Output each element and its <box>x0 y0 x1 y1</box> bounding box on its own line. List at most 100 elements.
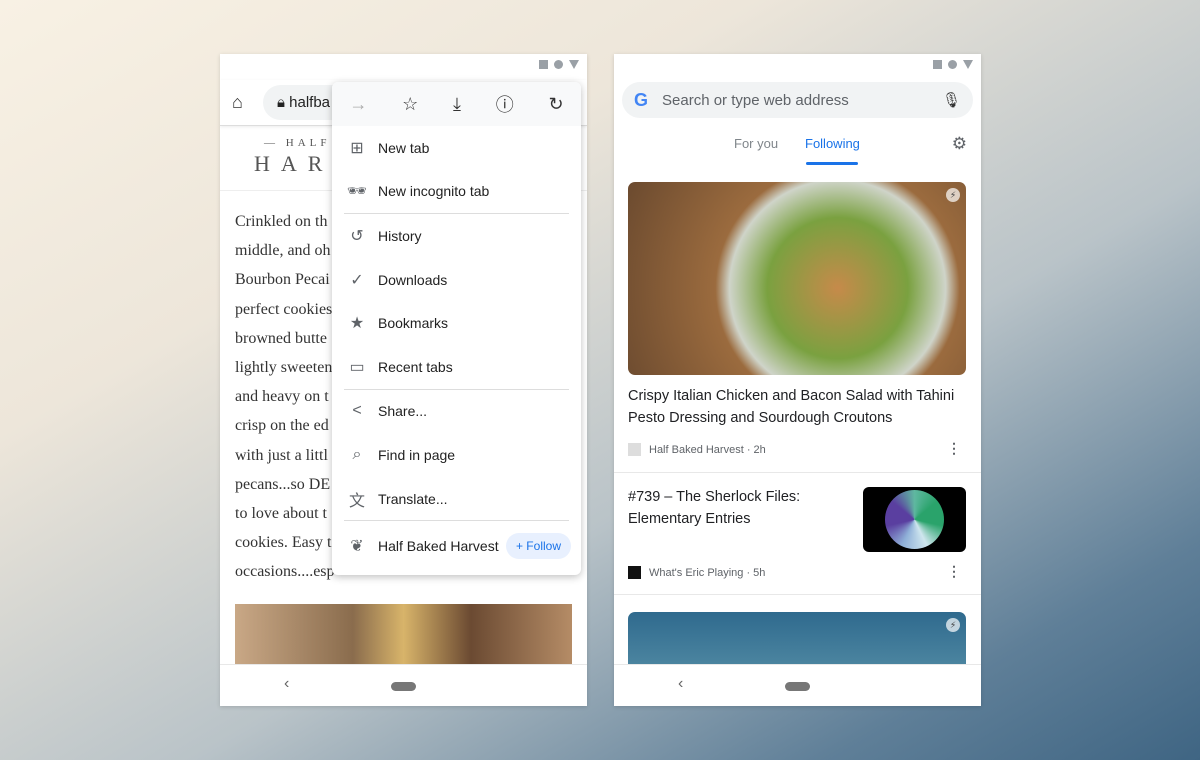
share-icon: < <box>352 402 362 420</box>
article-line: occasions....esp <box>235 563 335 581</box>
divider <box>614 472 981 473</box>
overflow-menu: → ☆ ⤓ ⓘ ↻ ⊞ New tab 🕶︎ New incognito tab ↺… <box>332 82 581 575</box>
card-source: What's Eric Playing · 5h <box>649 566 766 579</box>
article-line: Bourbon Pecai <box>235 271 330 289</box>
url-text: halfba <box>289 94 331 111</box>
tab-for-you[interactable]: For you <box>734 136 778 151</box>
card-meta: Half Baked Harvest · 2h <box>628 443 766 456</box>
menu-action-row: → ☆ ⤓ ⓘ ↻ <box>332 82 581 126</box>
article-line: browned butte <box>235 329 327 347</box>
status-bar <box>539 60 579 69</box>
incognito-icon: 🕶︎ <box>346 183 368 201</box>
source-favicon-icon <box>628 443 641 456</box>
tab-following[interactable]: Following <box>805 136 860 151</box>
home-button[interactable] <box>391 682 416 691</box>
bookmarks-icon: ★ <box>349 315 365 333</box>
logo-big: HAR <box>254 151 334 176</box>
system-nav-bar: ‹ <box>614 664 981 706</box>
menu-label: Downloads <box>378 271 448 288</box>
status-bar <box>933 60 973 69</box>
system-nav-bar: ‹ <box>220 664 587 706</box>
back-icon[interactable]: ‹ <box>284 675 289 693</box>
menu-label: New tab <box>378 139 430 156</box>
left-phone: ⌂ 🔒︎ halfba — HALF HAR Crinkled on th midd… <box>220 54 587 706</box>
star-icon[interactable]: ☆ <box>402 94 418 115</box>
status-square-icon <box>933 60 942 69</box>
status-circle-icon <box>948 60 957 69</box>
menu-item-translate[interactable]: 文 Translate... <box>332 477 581 521</box>
card-meta: What's Eric Playing · 5h <box>628 566 765 579</box>
more-options-icon[interactable]: ⋮ <box>947 563 961 580</box>
source-favicon-icon <box>628 566 641 579</box>
menu-item-new-incognito-tab[interactable]: 🕶︎ New incognito tab <box>332 170 581 214</box>
status-circle-icon <box>554 60 563 69</box>
card-title[interactable]: #739 – The Sherlock Files: Elementary En… <box>628 486 848 530</box>
article-line: with just a littl <box>235 446 328 464</box>
article-line: and heavy on t <box>235 388 329 406</box>
menu-label: Share... <box>378 403 428 420</box>
new-tab-icon: ⊞ <box>350 139 364 157</box>
bolt-icon: ⚡︎ <box>946 618 960 632</box>
menu-item-history[interactable]: ↺ History <box>332 214 581 258</box>
gear-icon[interactable]: ⚙ <box>952 134 967 154</box>
card-source: Half Baked Harvest · 2h <box>649 443 766 456</box>
menu-item-new-tab[interactable]: ⊞ New tab <box>332 126 581 170</box>
article-line: lightly sweeten <box>235 359 333 377</box>
downloads-icon: ✓ <box>350 271 364 289</box>
article-line: Crinkled on th <box>235 213 328 230</box>
site-logo: — HALF HAR <box>254 137 333 177</box>
history-icon: ↺ <box>350 227 364 245</box>
menu-item-bookmarks[interactable]: ★ Bookmarks <box>332 301 581 345</box>
forward-icon[interactable]: → <box>349 94 367 115</box>
article-line: pecans...so DE <box>235 475 331 493</box>
menu-label: Recent tabs <box>378 358 453 375</box>
logo-small: — HALF <box>264 137 331 149</box>
right-phone: G Search or type web address 🎙︎ For you Fo… <box>614 54 981 706</box>
menu-item-downloads[interactable]: ✓ Downloads <box>332 258 581 302</box>
menu-site-row: ❦ Half Baked Harvest + Follow <box>332 521 581 571</box>
back-icon[interactable]: ‹ <box>678 675 683 693</box>
menu-item-share[interactable]: < Share... <box>332 390 581 434</box>
article-line: crisp on the ed <box>235 417 329 435</box>
search-input[interactable]: G Search or type web address 🎙︎ <box>622 82 973 118</box>
sherlock-thumbnail[interactable] <box>863 487 966 552</box>
translate-icon: 文 <box>348 492 365 510</box>
home-icon[interactable]: ⌂ <box>232 92 243 113</box>
salad-image[interactable]: ⚡︎ <box>628 182 966 375</box>
card-title[interactable]: Crispy Italian Chicken and Bacon Salad w… <box>628 385 958 429</box>
menu-label: New incognito tab <box>378 183 490 200</box>
info-icon[interactable]: ⓘ <box>496 91 514 117</box>
menu-label: Find in page <box>378 446 456 463</box>
article-text: Crinkled on th middle, and oh Bourbon Peca… <box>235 207 335 587</box>
article-line: cookies. Easy t <box>235 534 332 552</box>
signal-icon <box>963 60 973 69</box>
mic-icon[interactable]: 🎙︎ <box>942 91 961 109</box>
find-icon: ⌕ <box>352 445 362 463</box>
more-options-icon[interactable]: ⋮ <box>947 440 961 457</box>
article-line: perfect cookies <box>235 300 333 318</box>
site-name: Half Baked Harvest <box>378 538 499 555</box>
menu-label: Bookmarks <box>378 315 449 332</box>
menu-item-find-in-page[interactable]: ⌕ Find in page <box>332 433 581 477</box>
google-icon: G <box>634 89 649 110</box>
follow-button[interactable]: + Follow <box>505 533 571 560</box>
divider <box>614 594 981 595</box>
lock-icon: 🔒︎ <box>277 94 290 111</box>
active-tab-indicator <box>806 162 858 165</box>
menu-item-recent-tabs[interactable]: ▭ Recent tabs <box>332 345 581 389</box>
search-placeholder: Search or type web address <box>662 91 849 109</box>
article-line: middle, and oh <box>235 242 331 260</box>
site-favicon-icon: ❦ <box>350 538 364 556</box>
download-icon[interactable]: ⤓ <box>453 94 461 115</box>
menu-label: Translate... <box>378 490 448 507</box>
article-line: to love about t <box>235 505 327 523</box>
reload-icon[interactable]: ↻ <box>548 94 563 115</box>
card-image[interactable]: ⚡︎ <box>628 612 966 672</box>
signal-icon <box>569 60 579 69</box>
bolt-icon: ⚡︎ <box>946 188 960 202</box>
article-photo <box>235 604 572 664</box>
status-square-icon <box>539 60 548 69</box>
home-button[interactable] <box>785 682 810 691</box>
menu-label: History <box>378 227 422 244</box>
recent-tabs-icon: ▭ <box>349 358 365 376</box>
